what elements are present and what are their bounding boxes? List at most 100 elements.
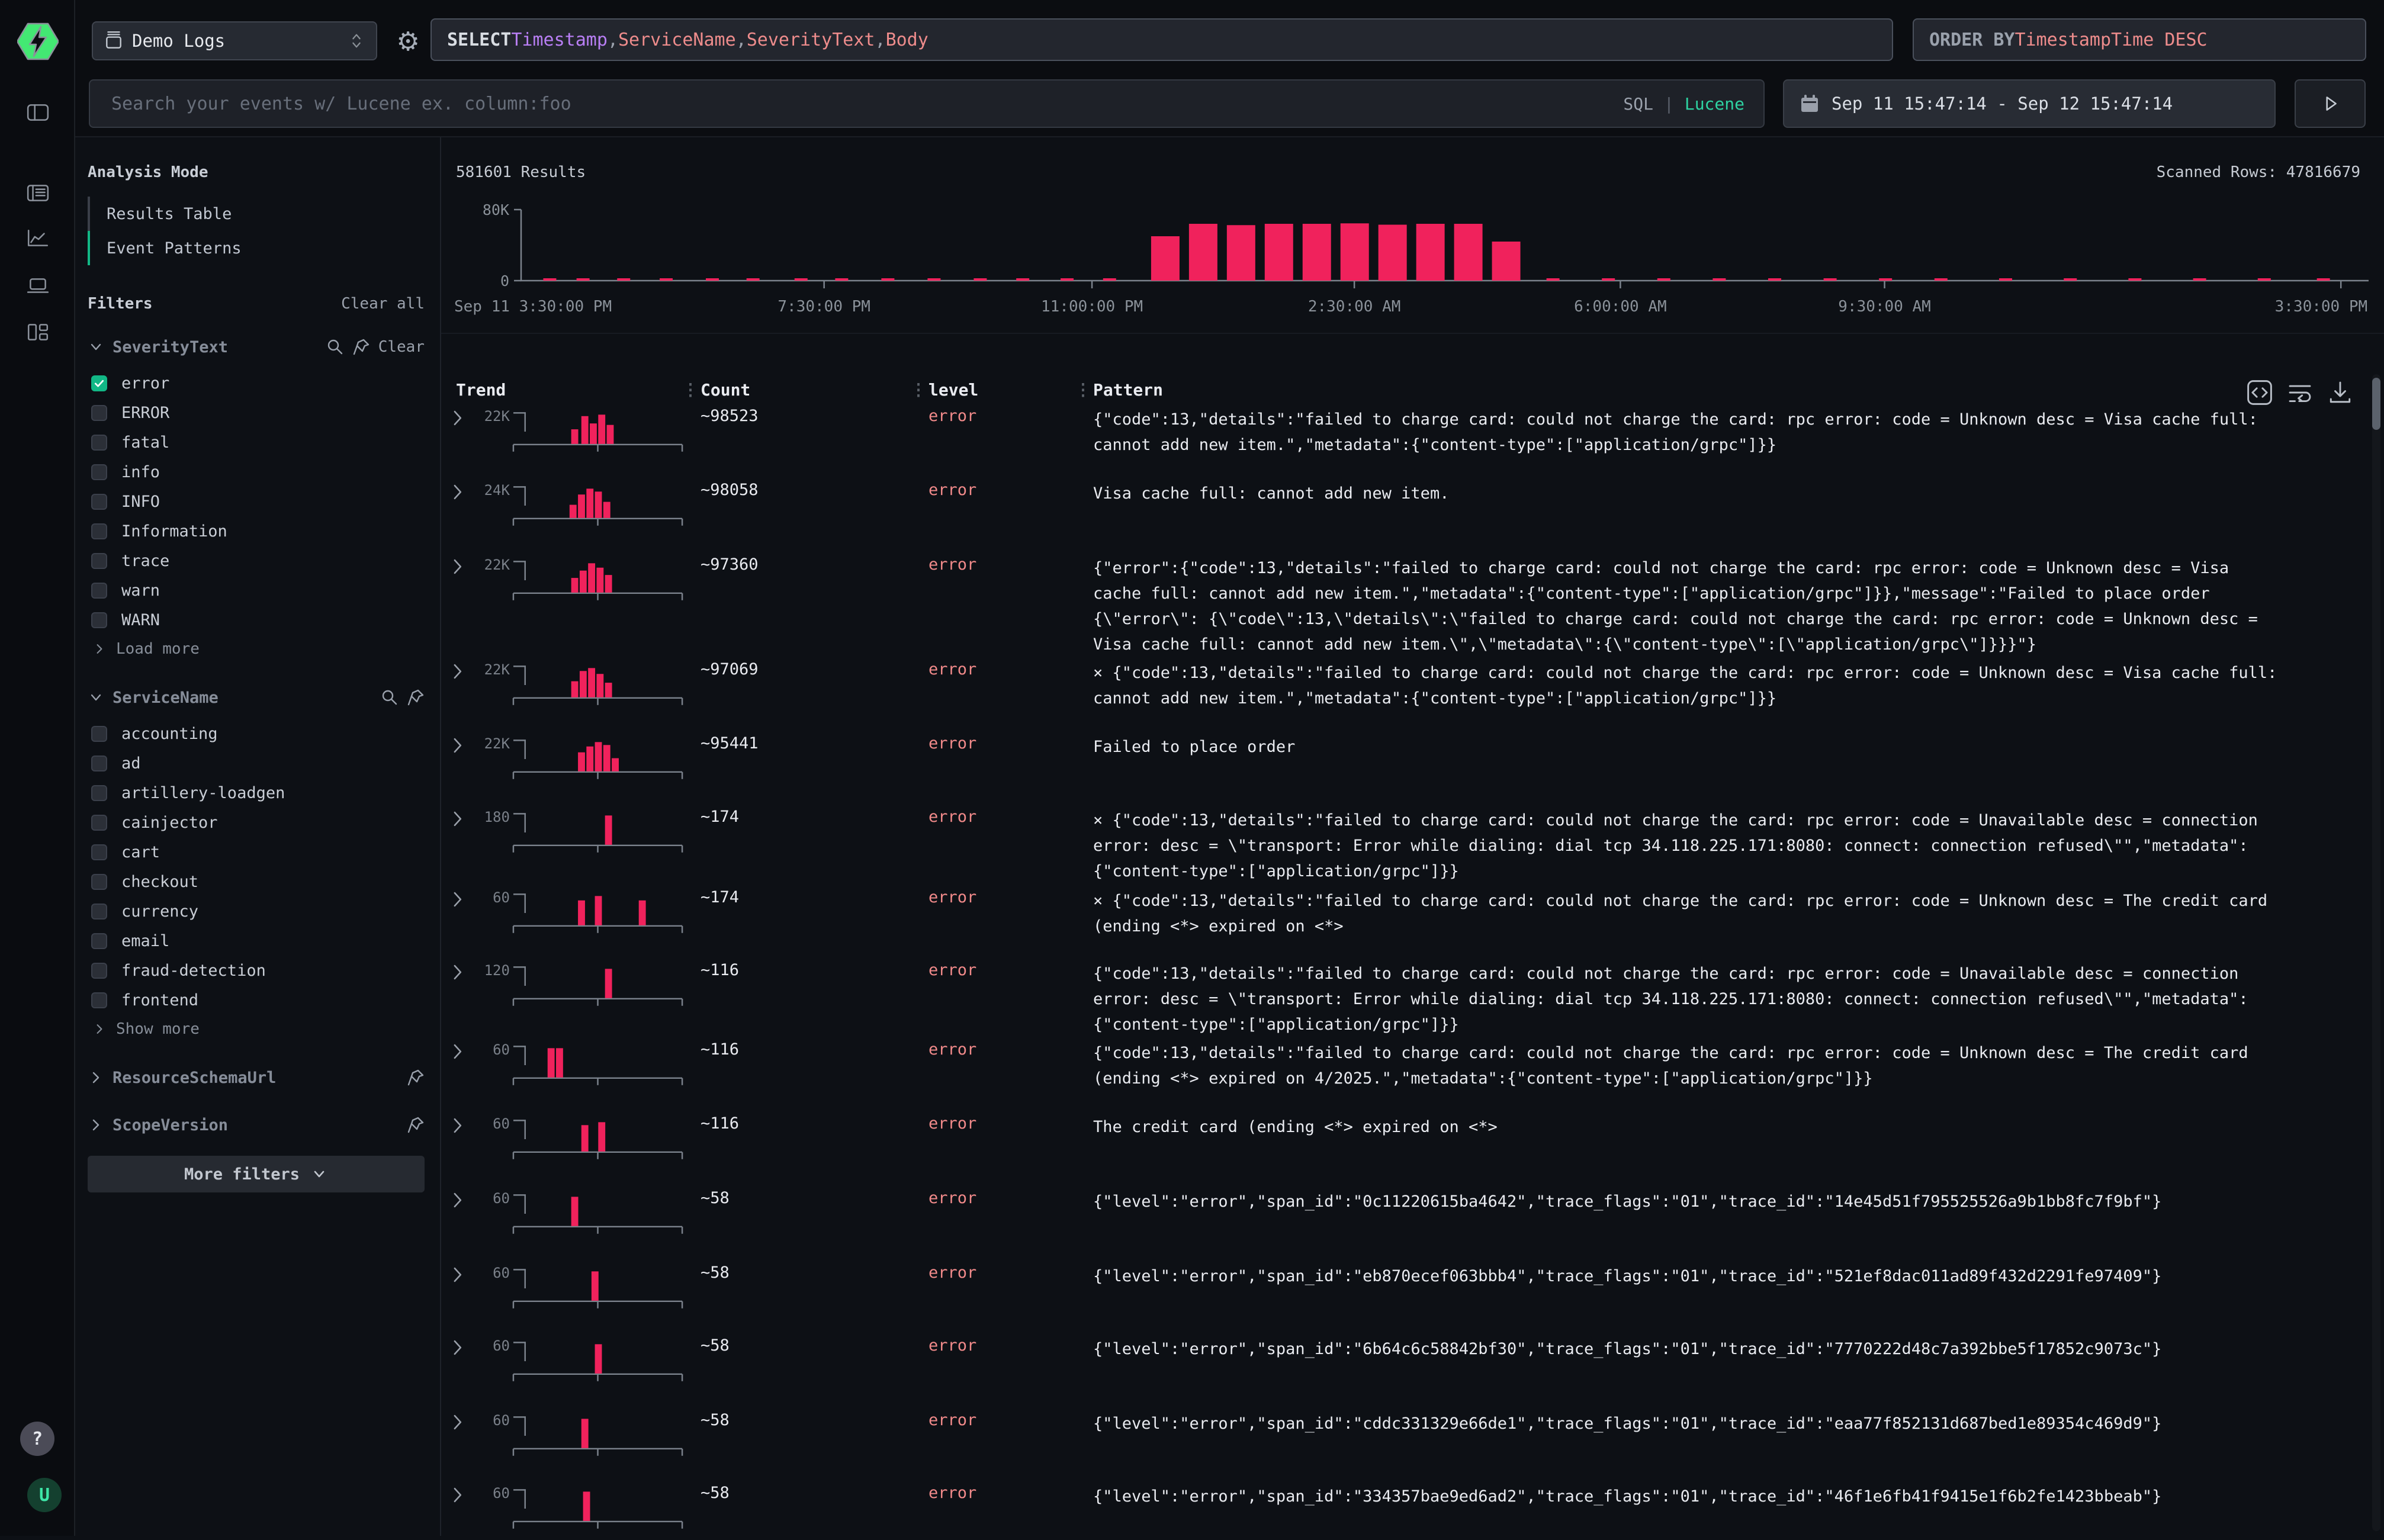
download-button[interactable] [2327,379,2354,406]
checkbox[interactable] [91,523,107,539]
table-row[interactable]: 60~58error{"level":"error","span_id":"6b… [441,1336,2370,1411]
table-row[interactable]: 22K~97360error{"error":{"code":13,"detai… [441,555,2370,660]
filter-load-more[interactable]: Load more [88,635,425,663]
clear-all-filters-button[interactable]: Clear all [341,295,425,313]
filter-option-cainjector[interactable]: cainjector [88,808,425,837]
expand-row-icon[interactable] [449,1041,467,1062]
query-mode-sql[interactable]: SQL [1623,94,1653,114]
filter-group-name[interactable]: ScopeVersion [113,1116,228,1134]
pin-icon[interactable] [407,1116,425,1134]
table-row[interactable]: 60~58error{"level":"error","span_id":"cd… [441,1411,2370,1484]
scrollbar-thumb[interactable] [2372,378,2380,430]
checkbox[interactable] [91,612,107,628]
analysis-mode-results-table[interactable]: Results Table [88,197,425,231]
column-resize-handle[interactable]: ⋮ [1075,380,1091,400]
time-range-picker[interactable]: Sep 11 15:47:14 - Sep 12 15:47:14 [1783,79,2276,128]
filter-option-ad[interactable]: ad [88,748,425,778]
expand-row-icon[interactable] [449,962,467,982]
filter-option-artillery-loadgen[interactable]: artillery-loadgen [88,778,425,808]
source-select[interactable]: Demo Logs [92,21,377,60]
gear-icon[interactable] [393,26,423,57]
table-row[interactable]: 60~58error{"level":"error","span_id":"0c… [441,1189,2370,1263]
checkbox[interactable] [91,405,107,421]
filter-option-email[interactable]: email [88,926,425,956]
checkbox[interactable] [91,874,107,890]
help-button[interactable]: ? [20,1422,54,1456]
wrap-text-button[interactable] [2286,379,2314,406]
expand-row-icon[interactable] [449,1485,467,1505]
expand-row-icon[interactable] [449,557,467,577]
nav-search-logs-icon[interactable] [24,179,52,207]
filter-option-info[interactable]: info [88,457,425,487]
checkbox-checked[interactable] [91,375,107,391]
query-mode-lucene[interactable]: Lucene [1685,94,1744,114]
checkbox[interactable] [91,785,107,801]
checkbox[interactable] [91,904,107,920]
table-row[interactable]: 120~116error{"code":13,"details":"failed… [441,961,2370,1040]
filter-option-currency[interactable]: currency [88,896,425,926]
filter-option-checkout[interactable]: checkout [88,867,425,896]
filter-option-warn[interactable]: WARN [88,605,425,635]
filter-option-warn[interactable]: warn [88,576,425,605]
checkbox[interactable] [91,435,107,451]
filter-option-information[interactable]: Information [88,516,425,546]
table-row[interactable]: 22K~97069error× {"code":13,"details":"fa… [441,660,2370,734]
filter-option-fraud-detection[interactable]: fraud-detection [88,956,425,985]
analysis-mode-event-patterns[interactable]: Event Patterns [88,231,425,265]
avatar[interactable]: U [27,1478,62,1512]
checkbox[interactable] [91,933,107,949]
expand-row-icon[interactable] [449,1338,467,1358]
expand-row-icon[interactable] [449,1190,467,1210]
chevron-right-icon[interactable] [92,1022,107,1036]
filter-show-more[interactable]: Show more [88,1015,425,1043]
filter-group-name[interactable]: SeverityText [113,338,228,356]
checkbox[interactable] [91,963,107,979]
expand-row-icon[interactable] [449,735,467,755]
nav-dashboards-icon[interactable] [24,319,52,346]
expand-row-icon[interactable] [449,809,467,829]
expand-row-icon[interactable] [449,1265,467,1285]
results-histogram[interactable]: 80K0Sep 11 3:30:00 PM7:30:00 PM11:00:00 … [441,194,2384,330]
filter-group-name[interactable]: ServiceName [113,689,219,707]
chevron-right-icon[interactable] [88,1069,104,1086]
table-row[interactable]: 60~116error{"code":13,"details":"failed … [441,1040,2370,1114]
column-resize-handle[interactable]: ⋮ [910,380,927,400]
app-logo-icon[interactable] [17,22,59,60]
pin-icon[interactable] [352,338,370,356]
filter-option-info[interactable]: INFO [88,487,425,516]
chevron-down-icon[interactable] [88,339,104,355]
pin-icon[interactable] [407,689,425,706]
chevron-right-icon[interactable] [88,1117,104,1133]
checkbox[interactable] [91,494,107,510]
filter-option-trace[interactable]: trace [88,546,425,576]
order-by-expression[interactable]: ORDER BY TimestampTime DESC [1913,18,2366,61]
table-row[interactable]: 22K~98523error{"code":13,"details":"fail… [441,407,2370,481]
nav-sessions-icon[interactable] [24,272,52,300]
table-row[interactable]: 24K~98058errorVisa cache full: cannot ad… [441,481,2370,555]
run-query-button[interactable] [2295,79,2366,128]
expand-row-icon[interactable] [449,889,467,909]
sql-expression[interactable]: SELECT Timestamp, ServiceName, SeverityT… [430,18,1893,61]
filter-option-fatal[interactable]: fatal [88,427,425,457]
table-row[interactable]: 60~116errorThe credit card (ending <*> e… [441,1114,2370,1189]
sidebar-toggle-icon[interactable] [24,99,52,126]
search-icon[interactable] [381,689,399,706]
expand-row-icon[interactable] [449,408,467,428]
column-resize-handle[interactable]: ⋮ [682,380,699,400]
checkbox[interactable] [91,844,107,860]
table-row[interactable]: 22K~95441errorFailed to place order [441,734,2370,808]
checkbox[interactable] [91,553,107,569]
filter-option-frontend[interactable]: frontend [88,985,425,1015]
filter-group-name[interactable]: ResourceSchemaUrl [113,1069,276,1087]
checkbox[interactable] [91,583,107,599]
filter-option-error[interactable]: ERROR [88,398,425,427]
table-row[interactable]: 60~58error{"level":"error","span_id":"33… [441,1484,2370,1540]
search-icon[interactable] [326,338,344,356]
clear-filter-button[interactable]: Clear [378,338,425,356]
checkbox[interactable] [91,755,107,771]
view-source-button[interactable] [2246,379,2273,406]
nav-chart-explorer-icon[interactable] [24,225,52,252]
filter-option-cart[interactable]: cart [88,837,425,867]
expand-row-icon[interactable] [449,661,467,681]
search-input[interactable] [90,81,1623,127]
